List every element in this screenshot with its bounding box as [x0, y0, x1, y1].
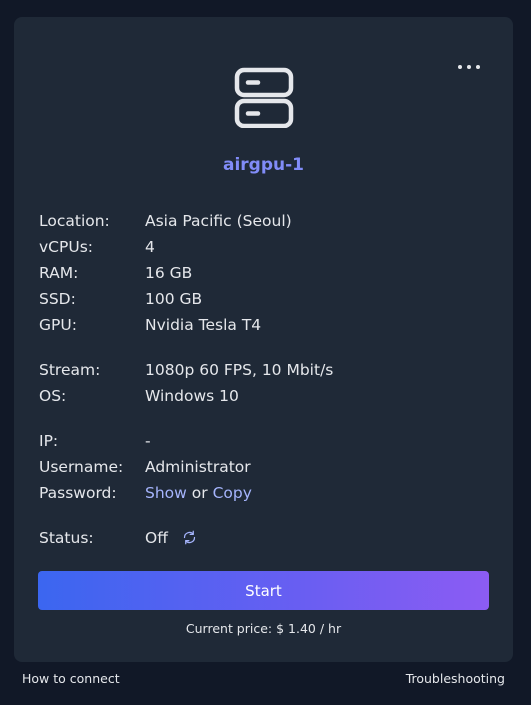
copy-password-link[interactable]: Copy [213, 484, 252, 502]
ram-value: 16 GB [145, 264, 193, 282]
username-value: Administrator [145, 458, 251, 476]
stream-label: Stream: [39, 361, 101, 379]
gpu-value: Nvidia Tesla T4 [145, 316, 262, 334]
more-options-icon[interactable] [458, 61, 480, 73]
password-or-text: or [191, 484, 208, 502]
ip-value: - [145, 432, 151, 450]
status-value-group: Off [145, 527, 197, 549]
os-label: OS: [39, 387, 67, 405]
status-value: Off [145, 529, 168, 547]
location-label: Location: [39, 212, 110, 230]
show-password-link[interactable]: Show [145, 484, 187, 502]
gpu-label: GPU: [39, 316, 77, 334]
server-card: airgpu-1 Location: Asia Pacific (Seoul) … [14, 17, 513, 662]
ram-label: RAM: [39, 264, 79, 282]
location-value: Asia Pacific (Seoul) [145, 212, 292, 230]
status-label: Status: [39, 529, 94, 547]
password-value: Show or Copy [145, 482, 252, 504]
ssd-value: 100 GB [145, 290, 203, 308]
os-value: Windows 10 [145, 387, 239, 405]
start-button[interactable]: Start [38, 571, 489, 610]
server-icon [234, 67, 294, 128]
troubleshooting-link[interactable]: Troubleshooting [406, 671, 505, 686]
ssd-label: SSD: [39, 290, 76, 308]
username-label: Username: [39, 458, 124, 476]
ip-label: IP: [39, 432, 59, 450]
password-label: Password: [39, 484, 117, 502]
server-name: airgpu-1 [222, 155, 304, 175]
vcpus-value: 4 [145, 238, 155, 256]
current-price: Current price: $ 1.40 / hr [185, 621, 342, 636]
how-to-connect-link[interactable]: How to connect [22, 671, 120, 686]
refresh-icon[interactable] [182, 530, 197, 545]
vcpus-label: vCPUs: [39, 238, 93, 256]
stream-value: 1080p 60 FPS, 10 Mbit/s [145, 361, 334, 379]
